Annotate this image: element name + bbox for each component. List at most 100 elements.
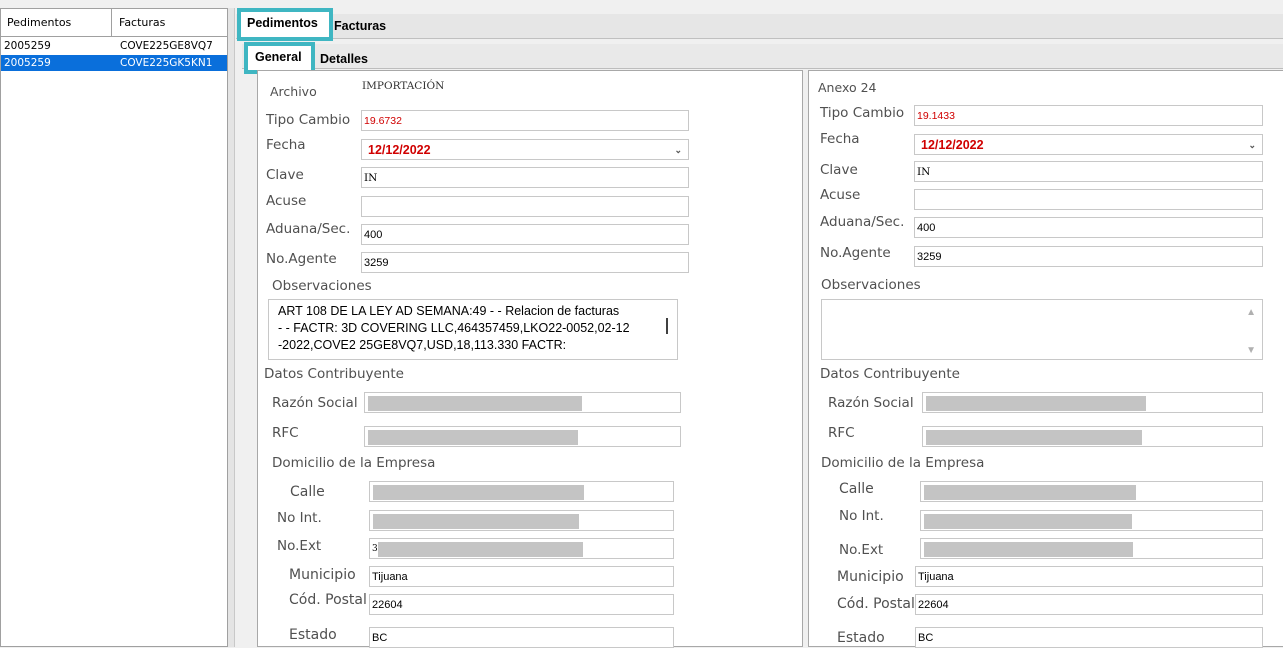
no-ext-field[interactable] [920,538,1263,559]
observaciones-textarea[interactable]: ART 108 DE LA LEY AD SEMANA:49 - - Relac… [268,299,678,360]
municipio-label: Municipio [289,567,356,583]
redacted-value [924,514,1132,529]
anexo-24-panel: Anexo 24 Tipo Cambio 19.1433 Fecha 12/12… [808,70,1283,648]
chevron-down-icon[interactable]: ⌄ [1248,135,1256,155]
cod-postal-label: Cód. Postal [837,596,915,612]
clave-label: Clave [820,162,858,178]
archivo-value: IMPORTACIÓN [362,80,445,92]
acuse-field[interactable] [914,189,1263,210]
clave-field[interactable]: IN [361,167,689,188]
no-int-field[interactable] [369,510,674,531]
tipo-cambio-field[interactable]: 19.6732 [361,110,689,131]
datos-contribuyente-label: Datos Contribuyente [264,366,404,382]
archivo-label: Archivo [270,84,317,99]
estado-label: Estado [289,627,337,643]
rfc-label: RFC [828,425,855,441]
no-ext-label: No.Ext [839,542,884,558]
estado-label: Estado [837,630,885,646]
no-ext-label: No.Ext [277,538,322,554]
municipio-label: Municipio [837,569,904,585]
observaciones-label: Observaciones [272,278,372,294]
agente-field[interactable]: 3259 [914,246,1263,267]
datos-contribuyente-label: Datos Contribuyente [820,366,960,382]
redacted-value [368,430,578,445]
estado-field[interactable]: BC [369,627,674,648]
fecha-picker[interactable]: 12/12/2022 ⌄ [361,139,689,160]
rfc-field[interactable] [364,426,681,447]
no-int-label: No Int. [277,510,322,526]
razon-social-field[interactable] [364,392,681,413]
column-header-facturas[interactable]: Facturas [112,9,227,37]
no-ext-field[interactable]: 3 [369,538,674,559]
fecha-value: 12/12/2022 [921,138,984,152]
razon-social-label: Razón Social [272,395,358,411]
anexo-24-label: Anexo 24 [818,80,877,95]
agente-label: No.Agente [820,245,891,261]
redacted-value [924,485,1136,500]
calle-field[interactable] [369,481,674,502]
sub-tab-strip [242,44,1283,69]
tipo-cambio-label: Tipo Cambio [820,105,905,121]
tipo-cambio-field[interactable]: 19.1433 [914,105,1263,126]
scroll-up-arrow-icon[interactable]: ▲ [1246,304,1256,321]
splitter[interactable] [228,8,235,647]
calle-label: Calle [839,481,874,497]
list-row[interactable]: 2005259 COVE225GE8VQ7 [1,38,227,54]
column-header-pedimentos[interactable]: Pedimentos [1,9,112,37]
obs-line: - - FACTR: 3D COVERING LLC,464357459,LKO… [278,321,630,335]
cod-postal-field[interactable]: 22604 [915,594,1263,615]
acuse-label: Acuse [266,193,307,209]
tab-detalles[interactable]: Detalles [320,52,368,66]
pedimentos-list: Pedimentos Facturas 2005259 COVE225GE8VQ… [0,8,228,647]
redacted-value [926,396,1146,411]
tipo-cambio-label: Tipo Cambio [266,112,351,128]
aduana-field[interactable]: 400 [361,224,689,245]
aduana-label: Aduana/Sec. [820,214,905,230]
redacted-value [368,396,582,411]
clave-field[interactable]: IN [914,161,1263,182]
redacted-value [926,430,1142,445]
municipio-field[interactable]: Tijuana [369,566,674,587]
text-cursor [666,318,668,334]
obs-line: -2022,COVE2 25GE8VQ7,USD,18,113.330 FACT… [278,338,567,352]
no-int-field[interactable] [920,510,1263,531]
rfc-field[interactable] [922,426,1263,447]
aduana-field[interactable]: 400 [914,217,1263,238]
observaciones-label: Observaciones [821,277,921,293]
pedimento-panel: Archivo IMPORTACIÓN Tipo Cambio 19.6732 … [257,70,803,648]
row-pedimento: 2005259 [4,40,51,52]
calle-field[interactable] [920,481,1263,502]
obs-line: ART 108 DE LA LEY AD SEMANA:49 - - Relac… [278,304,620,318]
fecha-label: Fecha [266,137,306,153]
tab-facturas[interactable]: Facturas [334,19,386,33]
row-factura: COVE225GK5KN1 [120,57,213,69]
rfc-label: RFC [272,425,299,441]
acuse-label: Acuse [820,187,861,203]
razon-social-field[interactable] [922,392,1263,413]
fecha-label: Fecha [820,131,860,147]
cod-postal-field[interactable]: 22604 [369,594,674,615]
acuse-field[interactable] [361,196,689,217]
redacted-value [373,485,584,500]
aduana-label: Aduana/Sec. [266,221,351,237]
redacted-value [924,542,1133,557]
no-ext-value: 3 [372,544,378,554]
municipio-field[interactable]: Tijuana [915,566,1263,587]
redacted-value [378,542,583,557]
tab-general[interactable]: General [255,50,302,64]
estado-field[interactable]: BC [915,627,1263,648]
fecha-picker[interactable]: 12/12/2022 ⌄ [914,134,1263,155]
domicilio-label: Domicilio de la Empresa [272,455,436,471]
row-factura: COVE225GE8VQ7 [120,40,213,52]
main-tab-strip [236,14,1283,39]
tab-pedimentos[interactable]: Pedimentos [247,16,318,30]
scroll-down-arrow-icon[interactable]: ▼ [1246,342,1256,359]
observaciones-textarea[interactable]: ▲ ▼ [821,299,1263,360]
cod-postal-label: Cód. Postal [289,592,367,608]
row-pedimento: 2005259 [4,57,51,69]
agente-field[interactable]: 3259 [361,252,689,273]
list-row-selected[interactable]: 2005259 COVE225GK5KN1 [1,55,227,71]
redacted-value [373,514,579,529]
fecha-value: 12/12/2022 [368,143,431,157]
chevron-down-icon[interactable]: ⌄ [674,140,682,160]
